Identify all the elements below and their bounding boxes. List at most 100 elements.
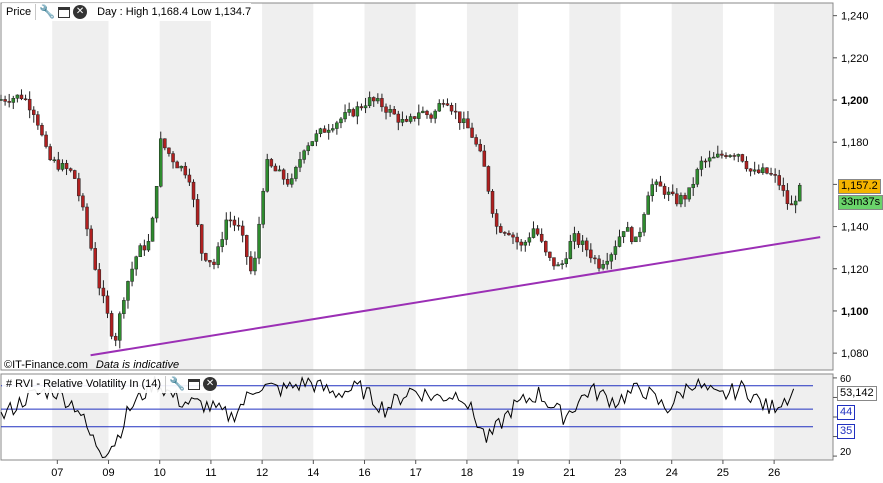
candle-body — [199, 224, 204, 254]
candle-body — [793, 200, 798, 206]
candle-body — [347, 109, 351, 113]
countdown-tag: 33m37s — [838, 195, 883, 210]
candle-body — [249, 256, 253, 272]
candle-body — [285, 178, 290, 185]
candle-body — [113, 335, 118, 341]
candle-body — [634, 236, 638, 243]
candle-body — [539, 233, 544, 242]
day-band — [364, 374, 416, 460]
candle-body — [36, 114, 40, 126]
candle-body — [314, 133, 319, 142]
close-icon[interactable]: ✕ — [73, 5, 88, 19]
level-tag-44: 44 — [837, 405, 856, 420]
candle-body — [470, 127, 474, 138]
candle-body — [777, 175, 781, 186]
candle-body — [118, 313, 122, 341]
candle-body — [331, 128, 335, 131]
day-band — [466, 3, 519, 370]
candle-body — [646, 195, 650, 215]
candle-body — [191, 181, 196, 200]
candle-body — [0, 99, 3, 101]
candle-body — [290, 178, 294, 185]
candle-body — [60, 163, 65, 170]
candle-body — [294, 166, 298, 179]
candle-body — [699, 160, 704, 170]
candle-body — [216, 246, 220, 265]
candle-body — [511, 234, 515, 238]
level-tag-35: 35 — [837, 424, 856, 439]
wrench-icon[interactable]: 🔧 — [39, 4, 55, 20]
candle-body — [23, 98, 28, 101]
candle-body — [195, 199, 200, 225]
candle-body — [498, 226, 503, 233]
window-icon[interactable] — [188, 378, 201, 390]
candle-body — [433, 110, 437, 119]
candle-body — [220, 239, 224, 247]
candle-body — [482, 150, 487, 167]
candle-body — [748, 168, 753, 172]
candle-body — [126, 281, 130, 301]
candle-body — [503, 232, 507, 234]
x-tick-label: 21 — [563, 467, 575, 479]
candle-body — [302, 150, 306, 160]
candle-body — [179, 165, 183, 169]
chart-canvas[interactable]: 1,2401,2201,2001,1801,1601,1401,1201,100… — [0, 0, 883, 483]
candle-body — [281, 169, 286, 180]
candle-body — [93, 248, 97, 270]
candle-body — [703, 160, 708, 163]
candle-body — [642, 214, 646, 233]
candle-body — [3, 99, 7, 102]
chart-area[interactable]: 1,2401,2201,2001,1801,1601,1401,1201,100… — [0, 0, 883, 483]
candle-body — [89, 228, 93, 249]
candle-body — [400, 119, 405, 123]
x-tick-label: 23 — [614, 467, 626, 479]
candle-body — [580, 240, 585, 245]
price-panel-header: Price 🔧 ✕ Day : High 1,168.4 Low 1,134.7 — [2, 3, 252, 21]
candle-body — [253, 257, 257, 272]
candle-body — [560, 263, 564, 265]
candle-body — [662, 185, 667, 195]
candle-body — [716, 153, 720, 158]
candle-body — [122, 300, 126, 314]
candle-body — [548, 251, 552, 258]
candle-body — [7, 101, 11, 103]
candle-body — [388, 109, 392, 113]
candle-body — [744, 160, 749, 170]
candle-body — [412, 116, 417, 119]
candle-body — [466, 118, 470, 129]
candle-body — [507, 232, 511, 236]
candle-body — [404, 119, 409, 122]
candle-body — [679, 195, 683, 205]
candle-body — [376, 98, 380, 102]
candle-body — [52, 159, 56, 161]
candle-body — [597, 258, 601, 269]
candle-body — [519, 241, 523, 246]
x-tick-label: 09 — [102, 467, 114, 479]
candle-body — [421, 110, 425, 114]
candle-body — [40, 124, 44, 136]
candle-body — [458, 111, 462, 124]
candle-body — [417, 112, 421, 119]
candle-body — [630, 227, 634, 243]
x-tick-label: 11 — [205, 467, 216, 479]
candle-body — [785, 190, 790, 204]
candle-body — [601, 264, 605, 269]
candle-body — [773, 174, 777, 176]
candle-body — [515, 236, 519, 243]
candle-body — [208, 260, 212, 263]
y-tick-label: 1,100 — [841, 306, 869, 318]
candle-body — [163, 138, 167, 149]
candle-body — [318, 128, 323, 135]
window-icon[interactable] — [58, 6, 71, 18]
y-tick-label: 1,200 — [841, 95, 869, 107]
candle-body — [658, 181, 663, 187]
candle-body — [19, 94, 24, 100]
candle-body — [257, 223, 261, 259]
candle-body — [392, 109, 396, 115]
candle-body — [445, 103, 450, 106]
candle-body — [556, 264, 560, 267]
candle-body — [761, 167, 765, 173]
close-icon[interactable]: ✕ — [203, 377, 218, 391]
candle-body — [765, 167, 769, 174]
wrench-icon[interactable]: 🔧 — [169, 376, 185, 392]
